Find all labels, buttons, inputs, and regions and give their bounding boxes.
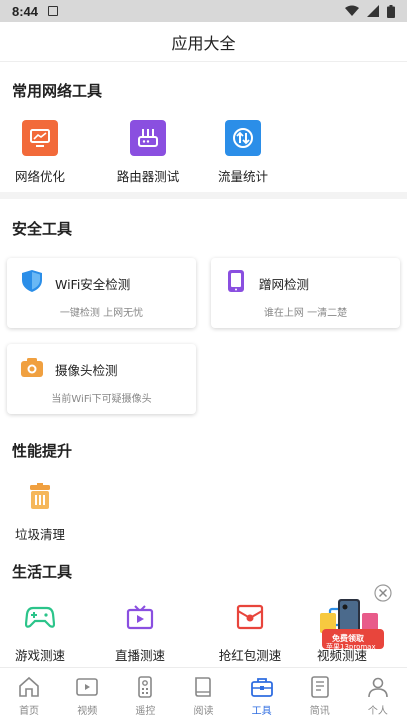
section-divider: [0, 192, 407, 199]
card-title: WiFi安全检测: [55, 277, 131, 292]
tool-label: 游戏测速: [14, 648, 65, 663]
section-title-network: 常用网络工具: [12, 82, 103, 100]
card-wifi-security[interactable]: WiFi安全检测 一键检测 上网无忧: [7, 258, 196, 328]
ad-text-prize: 苹果13promax: [326, 643, 376, 651]
tool-network-optimize[interactable]: 网络优化: [0, 120, 80, 185]
video-play-icon: [76, 677, 99, 696]
card-subtitle: 当前WiFi下可疑摄像头: [51, 394, 152, 405]
tool-router-test[interactable]: 路由器测试: [108, 120, 188, 185]
card-title: 摄像头检测: [55, 363, 118, 378]
card-subtitle: 一键检测 上网无忧: [59, 308, 144, 319]
tool-label: 网络优化: [14, 169, 65, 184]
tab-label: 遥控: [135, 705, 156, 717]
card-camera-detect[interactable]: 摄像头检测 当前WiFi下可疑摄像头: [7, 344, 196, 414]
tab-profile[interactable]: 个人: [349, 668, 407, 723]
card-freeloader-detect[interactable]: 蹭网检测 谁在上网 一清二楚: [211, 258, 400, 328]
toolbox-icon: [250, 677, 273, 697]
section-title-life: 生活工具: [12, 563, 73, 581]
tool-live-speed[interactable]: 直播测速: [100, 599, 180, 664]
tab-tools[interactable]: 工具: [233, 668, 291, 723]
tab-remote[interactable]: 遥控: [116, 668, 174, 723]
tab-label: 视频: [77, 705, 98, 717]
trash-icon: [22, 478, 58, 514]
tool-red-envelope-speed[interactable]: 抢红包测速: [210, 599, 290, 664]
tool-traffic-stats[interactable]: 流量统计: [203, 120, 283, 185]
tab-label: 简讯: [309, 705, 330, 717]
tab-video[interactable]: 视频: [58, 668, 116, 723]
tool-label: 直播测速: [114, 648, 165, 663]
shield-icon: [22, 270, 42, 292]
traffic-arrows-icon: [225, 120, 261, 156]
card-subtitle: 谁在上网 一清二楚: [263, 308, 348, 319]
signal-icon: [367, 5, 379, 17]
status-time: 8:44: [12, 3, 39, 19]
tab-label: 工具: [251, 705, 272, 717]
camera-icon: [21, 358, 43, 377]
battery-icon: [387, 4, 395, 18]
status-bar: 8:44: [0, 0, 407, 22]
tool-label: 抢红包测速: [218, 648, 282, 663]
status-icons: [345, 4, 395, 18]
tool-game-speed[interactable]: 游戏测速: [0, 599, 80, 664]
home-icon: [19, 676, 39, 697]
tool-junk-clean[interactable]: 垃圾清理: [0, 478, 80, 543]
floating-ad[interactable]: 免费领取 苹果13promax: [312, 583, 392, 653]
tab-read[interactable]: 阅读: [174, 668, 232, 723]
red-envelope-icon: [232, 599, 268, 635]
card-title: 蹭网检测: [259, 277, 310, 292]
main-content[interactable]: 常用网络工具 网络优化 路由器测试 流量统计 安全工具 WiFi安全检测 一键检…: [0, 62, 407, 667]
tool-label: 垃圾清理: [14, 527, 65, 542]
tool-label: 流量统计: [217, 169, 268, 184]
tab-news[interactable]: 简讯: [291, 668, 349, 723]
tab-label: 首页: [19, 705, 40, 717]
page-title: 应用大全: [171, 33, 236, 53]
monitor-chart-icon: [22, 120, 58, 156]
tab-label: 个人: [367, 705, 388, 717]
bottom-tab-bar: 首页 视频 遥控 阅读 工具 简讯 个人: [0, 667, 407, 723]
news-icon: [310, 675, 329, 698]
section-title-security: 安全工具: [12, 220, 73, 238]
book-icon: [195, 676, 212, 697]
person-icon: [368, 677, 388, 697]
title-bar: 应用大全: [0, 22, 407, 62]
section-title-performance: 性能提升: [12, 442, 73, 460]
tool-label: 路由器测试: [116, 169, 180, 184]
tab-home[interactable]: 首页: [0, 668, 58, 723]
router-icon: [130, 120, 166, 156]
tab-label: 阅读: [193, 705, 214, 717]
remote-icon: [138, 675, 153, 698]
gamepad-icon: [22, 599, 58, 635]
notification-icon: [48, 6, 59, 16]
wifi-icon: [345, 5, 359, 16]
phone-icon: [228, 270, 244, 292]
tv-icon: [122, 599, 158, 635]
